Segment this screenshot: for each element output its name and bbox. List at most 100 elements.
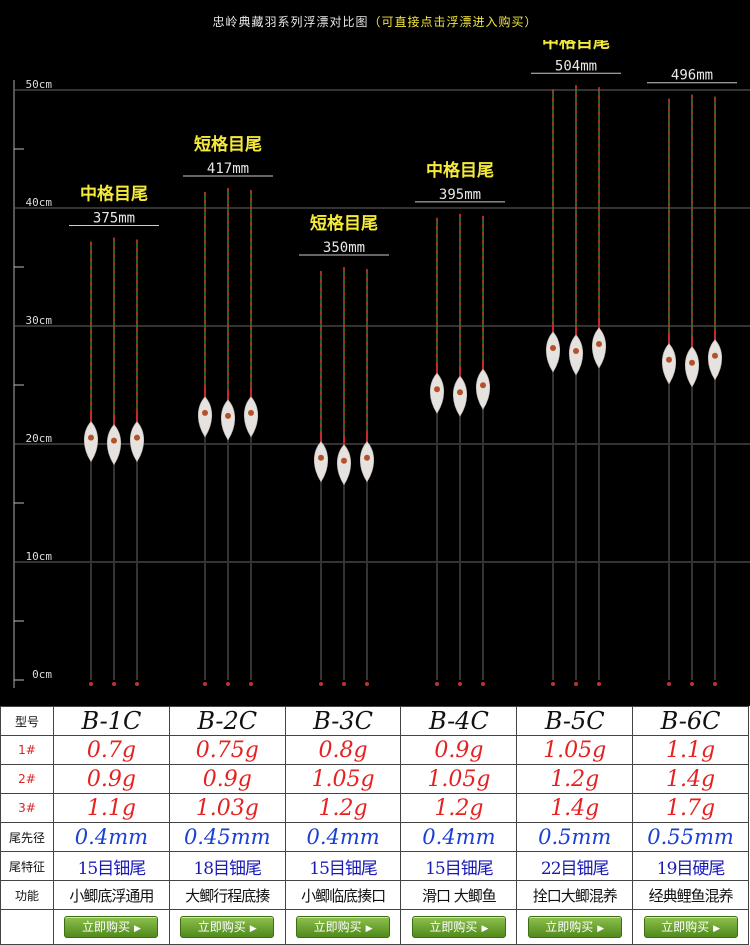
float-stem-end [135,682,139,686]
float-logo [111,437,117,444]
tip-diameter-cell: 0.5mm [516,822,634,852]
float-body [197,396,213,438]
float-stem-end [667,682,671,686]
tail-type-label: 短格目尾 [194,134,262,155]
tail-type-label: 短格目尾 [310,213,378,234]
weight-cell: 0.9g [400,735,518,765]
tail-type-label: 中格目尾 [80,184,148,205]
float-stem-end [458,682,462,686]
function-cell: 大鲫行程底揍 [168,880,286,910]
float-body [336,444,352,486]
buy-now-label: 立即购买 [545,920,594,934]
float-body [707,339,723,381]
buy-cell: 立即购买 ▶ [632,909,749,945]
buy-now-button[interactable]: 立即购买 ▶ [296,916,391,938]
model-cell: B-3C [284,706,402,736]
weight-cell: 1.2g [284,793,402,823]
weight-cell: 1.2g [400,793,518,823]
float-stem-end [112,682,116,686]
buy-now-button[interactable]: 立即购买 ▶ [643,916,738,938]
float-comparison-chart: 0cm 10cm 20cm 30cm 40cm 50cm 中格目尾 375mm 短格目尾 417m… [13,40,750,688]
float-body [568,334,584,376]
buy-cell: 立即购买 ▶ [53,909,170,945]
float-body [452,375,468,417]
y-tick-label: 40cm [26,196,53,209]
tail-feature-cell: 15目钿尾 [400,851,518,881]
float-body [220,399,236,441]
function-cell: 经典鲤鱼混养 [632,880,749,910]
buy-now-button[interactable]: 立即购买 ▶ [64,916,159,938]
table-row-weight-3: 3# 1.1g 1.03g 1.2g 1.2g 1.4g 1.7g [0,793,749,823]
float-body [129,421,145,463]
weight-cell: 1.1g [53,793,170,823]
weight-cell: 1.4g [516,793,634,823]
float-logo [712,352,718,359]
model-cell: B-5C [516,706,634,736]
weight-cell: 0.8g [284,735,402,765]
weight-cell: 1.05g [400,764,518,794]
float-body [359,441,375,483]
row-label-weight-3: 3# [0,793,54,823]
weight-cell: 1.4g [632,764,749,794]
row-label-empty [0,909,54,945]
float-body [429,372,445,414]
buy-cell: 立即购买 ▶ [400,909,518,945]
function-cell: 小鲫临底揍口 [284,880,402,910]
float-logo [134,434,140,441]
float-logo [550,344,556,351]
float-logo [689,359,695,366]
float-stem-end [713,682,717,686]
tip-diameter-cell: 0.55mm [632,822,749,852]
buy-now-label: 立即购买 [197,920,246,934]
float-body [591,327,607,369]
row-label-function: 功能 [0,880,54,910]
weight-cell: 0.9g [53,764,170,794]
row-label-model: 型号 [0,706,54,736]
table-row-model: 型号 B-1C B-2C B-3C B-4C B-5C B-6C [0,706,749,736]
length-label: 375mm [93,211,135,227]
buy-now-label: 立即购买 [661,920,710,934]
buy-cell: 立即购买 ▶ [284,909,402,945]
float-stem-end [435,682,439,686]
header-note[interactable]: （可直接点击浮漂进入购买） [369,15,538,29]
table-row-weight-2: 2# 0.9g 0.9g 1.05g 1.05g 1.2g 1.4g [0,764,749,794]
tail-feature-cell: 22目钿尾 [516,851,634,881]
float-body [243,396,259,438]
float-logo [248,409,254,416]
float-stem-end [574,682,578,686]
weight-cell: 1.1g [632,735,749,765]
buy-now-button[interactable]: 立即购买 ▶ [180,916,275,938]
tail-feature-cell: 18目钿尾 [168,851,286,881]
float-stem-end [226,682,230,686]
float-stem-end [690,682,694,686]
play-arrow-icon: ▶ [481,924,489,934]
y-tick-label: 10cm [26,550,53,563]
function-cell: 小鲫底浮通用 [53,880,170,910]
play-arrow-icon: ▶ [713,924,721,934]
tail-feature-cell: 15目钿尾 [53,851,170,881]
float-logo [364,454,370,461]
y-tick-label: 50cm [26,78,53,91]
buy-now-button[interactable]: 立即购买 ▶ [411,916,506,938]
float-logo [202,409,208,416]
buy-now-button[interactable]: 立即购买 ▶ [527,916,622,938]
weight-cell: 1.05g [284,764,402,794]
tip-diameter-cell: 0.4mm [53,822,170,852]
weight-cell: 1.2g [516,764,634,794]
header-title: 忠岭典藏羽系列浮漂对比图 [212,15,369,29]
function-cell: 滑口 大鲫鱼 [400,880,518,910]
table-row-buy: 立即购买 ▶ 立即购买 ▶ 立即购买 ▶ 立即购买 ▶ 立即购买 ▶ 立即购买 ▶ [0,909,749,945]
row-label-tail-feature: 尾特征 [0,851,54,881]
float-logo [318,454,324,461]
tip-diameter-cell: 0.4mm [284,822,402,852]
weight-cell: 1.05g [516,735,634,765]
float-stem-end [365,682,369,686]
weight-cell: 0.9g [168,764,286,794]
float-stem-end [319,682,323,686]
float-stem-end [203,682,207,686]
tail-type-label: 中格目尾 [426,160,494,181]
float-logo [480,382,486,389]
weight-cell: 1.7g [632,793,749,823]
weight-cell: 0.7g [53,735,170,765]
play-arrow-icon: ▶ [249,924,257,934]
